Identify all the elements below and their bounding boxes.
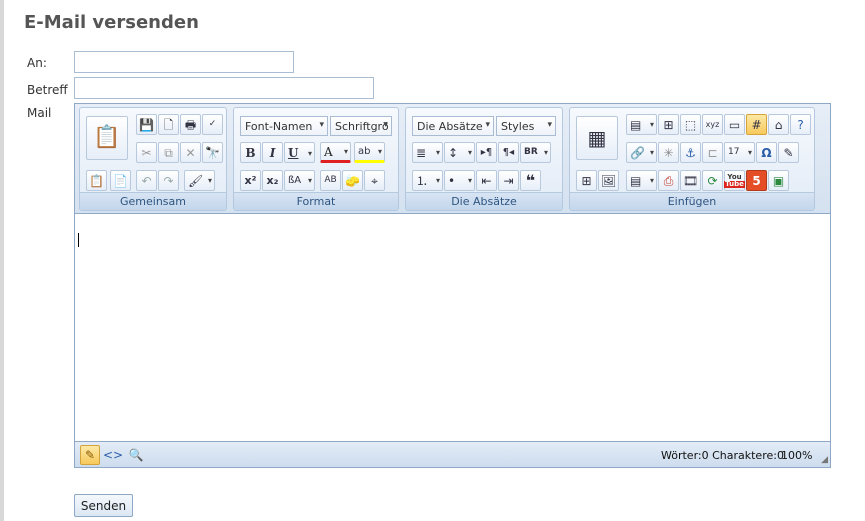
group-format: Font-Namen Schriftgrö B I U A ab x² x₂ ß… [233,107,399,211]
to-field[interactable] [74,51,294,73]
preview-icon[interactable]: 🔍 [126,445,146,465]
spellcheck-icon[interactable]: ✓ [202,114,223,135]
paragraph-style-select[interactable]: Die Absätze [412,116,494,136]
left-border [0,0,4,521]
insert-image-map-icon[interactable]: ⊏ [702,142,723,163]
group-insert: ▦ ▤ ⊞ ⬚ xyz ▭ # ⌂ ? 🔗 ✳ ⚓ ⊏ 17 Ω ✎ ⊞ 🖼 ▤… [569,107,815,211]
group-label-paragraphs: Die Absätze [406,192,562,210]
numbered-list-icon[interactable]: ⒈ [412,170,443,191]
ltr-icon[interactable]: ▸¶ [476,142,497,163]
special-char-button[interactable]: Ω [756,142,777,163]
rich-text-editor: 📋 💾 🗋 🖶 ✓ ✂ ⧉ ✕ 🔭 📋 📄 ↶ ↷ 🖌 Gemeinsam Fo… [74,103,831,468]
format-painter-icon[interactable]: 🖌 [184,170,215,191]
change-case-icon[interactable]: ßA [284,170,315,191]
insert-flash-icon[interactable]: ⟳ [702,170,723,191]
italic-button[interactable]: I [262,142,283,163]
save-icon[interactable]: 💾 [136,114,157,135]
copy-icon[interactable]: ⧉ [158,142,179,163]
mail-label: Mail [27,106,52,120]
youtube-icon[interactable]: You Tube [724,170,745,191]
insert-layer-icon[interactable]: ⊞ [658,114,679,135]
insert-media-icon[interactable]: ▣ [768,170,789,191]
properties-icon[interactable]: ⌂ [768,114,789,135]
insert-gallery-icon[interactable]: ⊞ [576,170,597,191]
find-icon[interactable]: 🔭 [202,142,223,163]
subject-label: Betreff [27,83,68,97]
insert-picture-icon[interactable]: 🖼 [598,170,619,191]
anchor-icon[interactable]: ⚓ [680,142,701,163]
redo-icon[interactable]: ↷ [158,170,179,191]
underline-button[interactable]: U [284,142,315,163]
design-mode-icon[interactable]: ✎ [80,445,100,465]
insert-div-icon[interactable]: ⬚ [680,114,701,135]
paste-text-icon[interactable]: 📋 [86,170,107,191]
group-common: 📋 💾 🗋 🖶 ✓ ✂ ⧉ ✕ 🔭 📋 📄 ↶ ↷ 🖌 Gemeinsam [79,107,227,211]
to-label: An: [27,56,47,70]
clean-code-icon[interactable]: 🧽 [342,170,363,191]
line-spacing-icon[interactable]: ↕ [444,142,475,163]
indent-icon[interactable]: ⇥ [498,170,519,191]
insert-keyboard-icon[interactable]: ✎ [778,142,799,163]
help-icon[interactable]: ? [790,114,811,135]
line-break-icon[interactable]: BR [520,142,551,163]
editor-ribbon: 📋 💾 🗋 🖶 ✓ ✂ ⧉ ✕ 🔭 📋 📄 ↶ ↷ 🖌 Gemeinsam Fo… [75,104,830,214]
insert-link-icon[interactable]: 🔗 [626,142,657,163]
group-label-insert: Einfügen [570,192,814,210]
subject-field[interactable] [74,77,374,99]
word-char-count: Wörter:0 Charaktere:0 [661,449,784,462]
highlight-button[interactable]: ab [354,142,385,163]
show-grid-icon[interactable]: # [746,114,767,135]
youtube-text-tube: Tube [724,179,745,188]
bold-button[interactable]: B [240,142,261,163]
editor-content-area[interactable] [75,215,830,442]
subscript-button[interactable]: x₂ [262,170,283,191]
code-view-icon[interactable]: <> [103,445,123,465]
outdent-icon[interactable]: ⇤ [476,170,497,191]
rtl-icon[interactable]: ¶◂ [498,142,519,163]
group-label-common: Gemeinsam [80,192,226,210]
group-paragraphs: Die Absätze Styles ≣ ↕ ▸¶ ¶◂ BR ⒈ • ⇤ ⇥ … [405,107,563,211]
send-button[interactable]: Senden [74,494,133,517]
editor-statusbar: ✎ <> 🔍 Wörter:0 Charaktere:0 100% ◢ [75,441,830,467]
font-color-button[interactable]: A [320,142,351,163]
insert-table-icon[interactable]: ▦ [576,116,618,160]
align-icon[interactable]: ≣ [412,142,443,163]
insert-marquee-icon[interactable]: ▭ [724,114,745,135]
cut-icon[interactable]: ✂ [136,142,157,163]
insert-pdf-icon[interactable]: ⎙ [658,170,679,191]
print-icon[interactable]: 🖶 [180,114,201,135]
font-size-select[interactable]: Schriftgrö [330,116,392,136]
insert-document-icon[interactable]: ▤ [626,170,657,191]
zoom-level[interactable]: 100% [781,449,812,462]
undo-icon[interactable]: ↶ [136,170,157,191]
html5-icon[interactable]: 5 [746,170,767,191]
group-label-format: Format [234,192,398,210]
styles-select[interactable]: Styles [496,116,556,136]
superscript-button[interactable]: x² [240,170,261,191]
unlink-icon[interactable]: ✳ [658,142,679,163]
insert-video-icon[interactable]: 🎞 [680,170,701,191]
bulleted-list-icon[interactable]: • [444,170,475,191]
text-caret [78,233,79,247]
blockquote-button[interactable]: ❝ [520,170,541,191]
select-element-icon[interactable]: ⌖ [364,170,385,191]
format-stripper-icon[interactable]: AB [320,170,341,191]
new-document-icon[interactable]: 🗋 [158,114,179,135]
insert-form-icon[interactable]: ▤ [626,114,657,135]
paste-word-icon[interactable]: 📄 [110,170,131,191]
font-name-select[interactable]: Font-Namen [240,116,328,136]
page-title: E-Mail versenden [24,12,199,33]
insert-template-icon[interactable]: xyz [702,114,723,135]
paste-icon[interactable]: 📋 [86,116,128,160]
insert-date-icon[interactable]: 17 [724,142,755,163]
resize-grip-icon[interactable]: ◢ [821,455,828,465]
delete-icon[interactable]: ✕ [180,142,201,163]
